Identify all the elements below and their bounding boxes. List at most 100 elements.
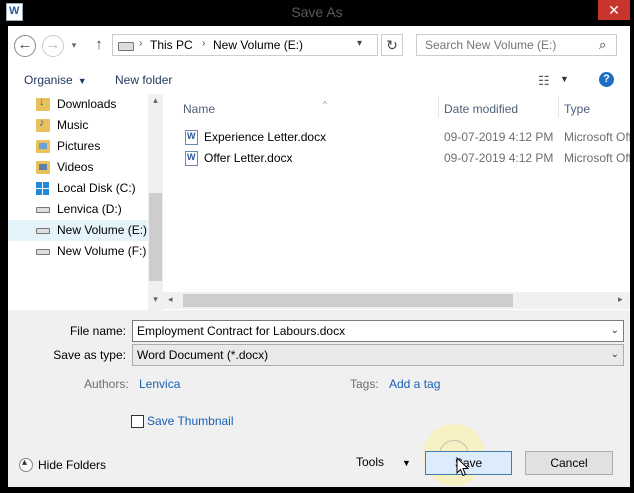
column-divider[interactable]	[558, 96, 559, 118]
file-name: Experience Letter.docx	[204, 130, 327, 144]
scroll-left-icon[interactable]: ◂	[168, 294, 173, 305]
hide-folders-button[interactable]: Hide Folders	[38, 458, 106, 472]
window-title: Save As	[291, 4, 343, 20]
search-box[interactable]: ⌕	[416, 34, 617, 56]
navigation-pane-scrollbar[interactable]: ▴ ▾	[148, 94, 163, 310]
address-dropdown-icon[interactable]: ▾	[357, 38, 362, 49]
recent-locations-chevron-icon[interactable]: ▾	[68, 35, 80, 57]
navigation-pane: Downloads Music Pictures Videos Local Di…	[8, 94, 163, 310]
file-list: Name ^ Date modified Type Experience Let…	[163, 94, 630, 310]
sidebar-item-lenvica-d[interactable]: Lenvica (D:)	[8, 199, 148, 220]
column-header-date-modified[interactable]: Date modified	[444, 102, 518, 116]
sidebar-item-new-volume-f[interactable]: New Volume (F:)	[8, 241, 148, 262]
column-header-name[interactable]: Name ^	[183, 100, 327, 116]
sidebar-item-local-disk-c[interactable]: Local Disk (C:)	[8, 178, 148, 199]
refresh-button[interactable]: ↻	[381, 34, 403, 56]
windows-drive-icon	[36, 182, 50, 195]
scroll-right-icon[interactable]: ▸	[618, 294, 623, 305]
address-bar[interactable]: › This PC › New Volume (E:) ▾	[112, 34, 378, 56]
sidebar-item-label: Local Disk (C:)	[57, 181, 136, 195]
mouse-cursor-icon	[456, 457, 469, 477]
scrollbar-thumb[interactable]	[183, 294, 513, 307]
up-button[interactable]: ↑	[90, 35, 108, 57]
search-input[interactable]	[417, 35, 595, 55]
breadcrumb-separator[interactable]: ›	[202, 38, 205, 49]
search-icon[interactable]: ⌕	[599, 37, 606, 53]
change-view-icon[interactable]: ☷	[538, 73, 550, 89]
authors-label: Authors:	[84, 377, 129, 391]
music-folder-icon	[36, 117, 50, 132]
scroll-up-icon[interactable]: ▴	[148, 95, 163, 106]
sidebar-item-videos[interactable]: Videos	[8, 157, 148, 178]
file-list-horizontal-scrollbar[interactable]: ◂ ▸	[163, 292, 630, 309]
sidebar-item-downloads[interactable]: Downloads	[8, 94, 148, 115]
authors-field[interactable]: Lenvica	[139, 377, 180, 391]
chevron-down-icon[interactable]: ⌄	[611, 349, 619, 360]
file-row[interactable]: Offer Letter.docx 09-07-2019 4:12 PM Mic…	[163, 148, 630, 169]
save-thumbnail-label[interactable]: Save Thumbnail	[147, 414, 234, 428]
column-header-label: Name	[183, 102, 216, 116]
sidebar-item-label: Videos	[57, 160, 94, 174]
save-options-panel: File name: Employment Contract for Labou…	[8, 310, 630, 487]
tags-label: Tags:	[350, 377, 379, 391]
title-bar: Save As ✕	[0, 0, 634, 26]
column-divider[interactable]	[438, 96, 439, 118]
tools-menu[interactable]: Tools	[356, 455, 384, 469]
scrollbar-thumb[interactable]	[149, 193, 162, 281]
sidebar-item-label: New Volume (E:)	[57, 223, 148, 237]
file-date: 09-07-2019 4:12 PM	[444, 130, 554, 144]
new-folder-button[interactable]: New folder	[115, 73, 172, 87]
breadcrumb-new-volume-e[interactable]: New Volume (E:)	[213, 38, 303, 52]
sidebar-item-label: Lenvica (D:)	[57, 202, 122, 216]
sidebar-item-music[interactable]: Music	[8, 115, 148, 136]
close-icon: ✕	[608, 2, 620, 18]
forward-button[interactable]: →	[42, 35, 64, 57]
organise-label: Organise	[24, 73, 73, 87]
file-name-label: File name:	[69, 324, 126, 338]
sidebar-item-new-volume-e[interactable]: New Volume (E:)	[8, 220, 148, 241]
breadcrumb-this-pc[interactable]: This PC	[150, 38, 193, 52]
save-as-type-select[interactable]: Word Document (*.docx) ⌄	[132, 344, 624, 366]
drive-icon	[118, 42, 134, 51]
file-row[interactable]: Experience Letter.docx 09-07-2019 4:12 P…	[163, 127, 630, 148]
file-type: Microsoft Office Word Document	[564, 151, 630, 165]
column-header-type[interactable]: Type	[564, 102, 590, 116]
word-document-icon	[185, 151, 198, 166]
organise-menu[interactable]: Organise ▼	[24, 73, 87, 87]
file-name-field[interactable]: Employment Contract for Labours.docx ⌄	[132, 320, 624, 342]
drive-icon	[36, 228, 50, 234]
pictures-folder-icon	[36, 140, 50, 153]
sidebar-item-label: New Volume (F:)	[57, 244, 147, 258]
save-as-type-value: Word Document (*.docx)	[137, 348, 269, 362]
file-date: 09-07-2019 4:12 PM	[444, 151, 554, 165]
videos-folder-icon	[36, 161, 50, 174]
sidebar-item-label: Music	[57, 118, 89, 132]
help-icon[interactable]: ?	[599, 72, 614, 87]
file-type: Microsoft Office Word Document	[564, 130, 630, 144]
drive-icon	[36, 249, 50, 255]
close-button[interactable]: ✕	[598, 0, 630, 20]
view-options-caret-icon[interactable]: ▼	[560, 74, 569, 84]
dialog-client-area: ← → ▾ ↑ › This PC › New Volume (E:) ▾ ↻ …	[8, 26, 630, 487]
caret-down-icon: ▼	[77, 76, 87, 86]
scroll-down-icon[interactable]: ▾	[148, 294, 163, 305]
save-as-type-label: Save as type:	[53, 348, 126, 362]
collapse-icon[interactable]	[19, 457, 33, 472]
sort-caret-icon: ^	[323, 100, 327, 109]
breadcrumb-separator[interactable]: ›	[139, 38, 142, 49]
command-bar: Organise ▼ New folder ☷ ▼ ?	[8, 66, 630, 94]
sidebar-item-label: Pictures	[57, 139, 101, 153]
chevron-down-icon[interactable]: ⌄	[611, 325, 619, 336]
drive-icon	[36, 207, 50, 213]
downloads-folder-icon	[36, 96, 50, 111]
back-button[interactable]: ←	[14, 35, 36, 57]
tags-field[interactable]: Add a tag	[389, 377, 440, 391]
word-document-icon	[185, 130, 198, 145]
save-thumbnail-checkbox[interactable]	[131, 415, 144, 428]
cancel-button[interactable]: Cancel	[525, 451, 613, 475]
file-name-value[interactable]: Employment Contract for Labours.docx	[137, 324, 345, 338]
caret-down-icon[interactable]: ▼	[402, 458, 411, 468]
sidebar-item-label: Downloads	[57, 97, 117, 111]
file-name: Offer Letter.docx	[204, 151, 293, 165]
sidebar-item-pictures[interactable]: Pictures	[8, 136, 148, 157]
